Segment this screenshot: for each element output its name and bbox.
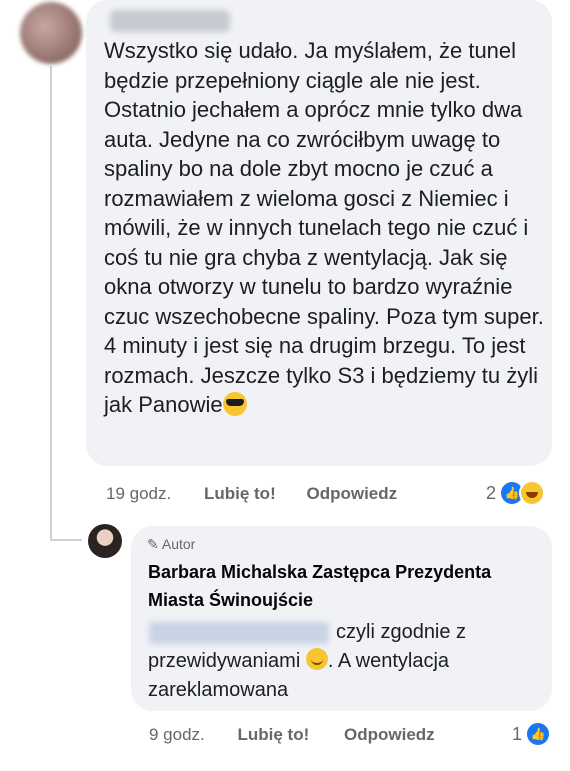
reply-author-name[interactable]: Barbara Michalska Zastępca Prezydenta Mi…: [148, 558, 508, 614]
author-badge-label: Autor: [161, 536, 196, 552]
reply-reply-button[interactable]: Odpowiedz: [344, 725, 435, 744]
comment-text: Wszystko się udało. Ja myślałem, że tune…: [104, 36, 544, 420]
comment-reaction-count: 2: [486, 482, 497, 503]
reply-text: czyli zgodnie z przewidywaniami . A went…: [148, 618, 538, 705]
reply-timestamp[interactable]: 9 godz.: [149, 725, 205, 744]
reply-bubble: ✎ Autor Barbara Michalska Zastępca Prezy…: [131, 526, 552, 711]
sunglasses-emoji-icon: [222, 392, 247, 416]
like-reaction-icon: 👍: [525, 721, 552, 747]
thread-line-horizontal: [50, 539, 82, 541]
commenter-avatar[interactable]: [20, 2, 82, 64]
pencil-icon: ✎: [147, 536, 159, 552]
comment-reactions[interactable]: 2 👍: [486, 480, 546, 506]
reply-like-button[interactable]: Lubię to!: [238, 725, 310, 744]
author-badge: ✎ Autor: [147, 536, 195, 553]
comment-bubble: Wszystko się udało. Ja myślałem, że tune…: [86, 0, 552, 466]
comment-body: Wszystko się udało. Ja myślałem, że tune…: [104, 38, 544, 417]
comment-timestamp[interactable]: 19 godz.: [106, 484, 171, 503]
commenter-name-redacted[interactable]: [110, 10, 230, 32]
reply-reaction-count: 1: [512, 723, 523, 744]
haha-reaction-icon: [519, 480, 546, 506]
comment-like-button[interactable]: Lubię to!: [204, 484, 276, 503]
comment-reply-button[interactable]: Odpowiedz: [306, 484, 397, 503]
reply-actions: 9 godz. Lubię to! Odpowiedz: [149, 725, 435, 745]
smile-emoji-icon: [305, 648, 328, 670]
thread-line-vertical: [50, 66, 52, 541]
comment-actions: 19 godz. Lubię to! Odpowiedz: [106, 484, 397, 504]
author-avatar[interactable]: [88, 524, 122, 558]
reply-reactions[interactable]: 1 👍: [512, 721, 552, 747]
